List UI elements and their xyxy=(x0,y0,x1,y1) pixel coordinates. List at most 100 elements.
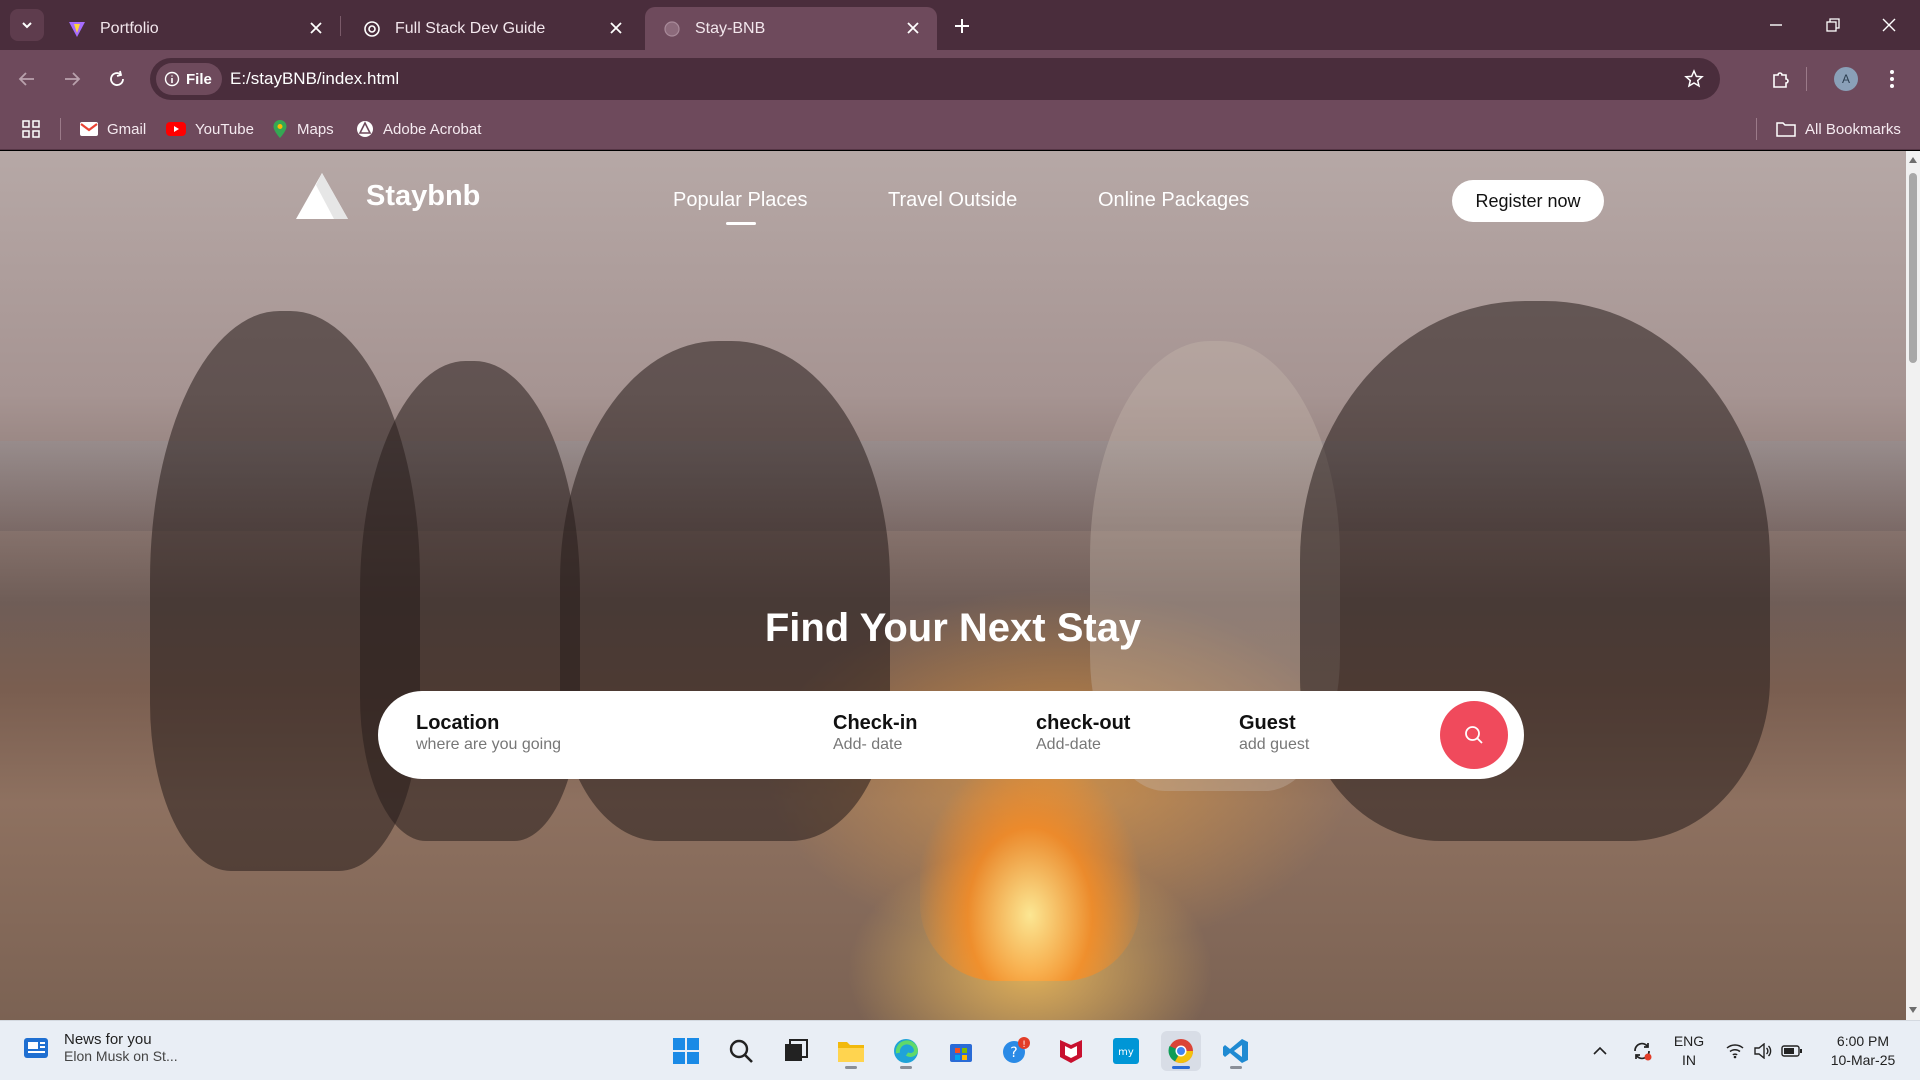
chrome-button[interactable] xyxy=(1161,1031,1201,1071)
bookmark-label: Adobe Acrobat xyxy=(383,120,482,138)
news-title: News for you xyxy=(64,1031,152,1048)
close-icon xyxy=(1882,18,1896,32)
youtube-icon xyxy=(166,122,186,136)
all-bookmarks-button[interactable]: All Bookmarks xyxy=(1776,116,1901,142)
close-tab-icon[interactable] xyxy=(606,18,626,38)
region-code: IN xyxy=(1682,1052,1696,1068)
edge-icon xyxy=(894,1039,919,1063)
apps-grid-icon xyxy=(22,120,40,138)
field-label: Location xyxy=(416,712,500,734)
scroll-up-arrow-icon[interactable] xyxy=(1909,157,1917,163)
tab-portfolio[interactable]: Portfolio xyxy=(50,7,340,50)
new-tab-button[interactable] xyxy=(948,12,976,40)
close-tab-icon[interactable] xyxy=(903,18,923,38)
clock-date: 10-Mar-25 xyxy=(1830,1052,1896,1068)
tab-search-button[interactable] xyxy=(10,9,44,41)
nav-online-packages[interactable]: Online Packages xyxy=(1098,189,1249,212)
reload-button[interactable] xyxy=(101,63,133,95)
battery-button[interactable] xyxy=(1778,1021,1806,1080)
chevron-down-icon xyxy=(22,22,32,29)
field-label: check-out xyxy=(1036,712,1131,734)
plus-icon xyxy=(955,19,969,33)
tab-title: Portfolio xyxy=(100,19,159,37)
nav-popular-places[interactable]: Popular Places xyxy=(673,189,808,212)
bookmark-youtube[interactable]: YouTube xyxy=(166,116,254,142)
minimize-button[interactable] xyxy=(1762,12,1790,38)
search-icon xyxy=(729,1039,753,1063)
task-view-button[interactable] xyxy=(776,1031,816,1071)
show-hidden-icons-button[interactable] xyxy=(1586,1021,1614,1080)
search-button[interactable] xyxy=(1440,701,1508,769)
tab-full-stack-dev-guide[interactable]: Full Stack Dev Guide xyxy=(345,7,640,50)
volume-button[interactable] xyxy=(1750,1021,1776,1080)
get-help-button[interactable]: ?! xyxy=(996,1031,1036,1071)
openai-logo-icon xyxy=(363,20,381,38)
scroll-down-arrow-icon[interactable] xyxy=(1909,1007,1917,1013)
mcafee-button[interactable] xyxy=(1051,1031,1091,1071)
speaker-icon xyxy=(1754,1043,1772,1059)
start-button[interactable] xyxy=(666,1031,706,1071)
language-indicator[interactable]: ENG IN xyxy=(1664,1021,1714,1080)
nav-travel-outside[interactable]: Travel Outside xyxy=(888,189,1017,212)
bookmark-label: Maps xyxy=(297,120,334,138)
star-icon xyxy=(1684,69,1704,88)
url-text[interactable]: E:/stayBNB/index.html xyxy=(230,69,399,89)
bookmark-maps[interactable]: Maps xyxy=(272,116,334,142)
register-now-button[interactable]: Register now xyxy=(1452,180,1604,222)
file-explorer-icon xyxy=(838,1042,864,1062)
mcafee-icon xyxy=(1060,1040,1082,1063)
scroll-thumb[interactable] xyxy=(1909,173,1917,363)
address-bar[interactable]: File E:/stayBNB/index.html xyxy=(150,58,1720,100)
tab-separator xyxy=(340,16,341,36)
close-window-button[interactable] xyxy=(1875,12,1903,38)
bookmark-label: YouTube xyxy=(195,120,254,138)
myhp-button[interactable]: my xyxy=(1106,1031,1146,1071)
check-out-field[interactable]: check-out Add-date xyxy=(1036,711,1130,755)
search-bar: Location where are you going Check-in Ad… xyxy=(378,691,1524,779)
folder-icon xyxy=(1776,122,1796,137)
news-subtitle: Elon Musk on St... xyxy=(64,1048,178,1064)
clock[interactable]: 6:00 PM 10-Mar-25 xyxy=(1816,1021,1910,1080)
task-view-icon xyxy=(785,1039,808,1061)
toolbar-separator xyxy=(1806,67,1807,91)
tab-stay-bnb[interactable]: Stay-BNB xyxy=(645,7,937,50)
guest-field[interactable]: Guest add guest xyxy=(1239,711,1309,755)
news-widget[interactable]: News for you Elon Musk on St... xyxy=(22,1031,178,1064)
hero-section: Staybnb Popular Places Travel Outside On… xyxy=(0,151,1906,1020)
vscode-button[interactable] xyxy=(1216,1031,1256,1071)
battery-icon xyxy=(1781,1045,1802,1057)
svg-text:my: my xyxy=(1118,1047,1134,1058)
taskbar-search-button[interactable] xyxy=(721,1031,761,1071)
triangle-logo-icon xyxy=(296,173,348,219)
vscode-icon xyxy=(1223,1039,1248,1063)
bookmark-gmail[interactable]: Gmail xyxy=(80,116,146,142)
file-explorer-button[interactable] xyxy=(831,1031,871,1071)
sync-status-button[interactable] xyxy=(1626,1021,1658,1080)
minimize-icon xyxy=(1770,24,1782,26)
menu-button[interactable] xyxy=(1876,63,1908,95)
language-code: ENG xyxy=(1673,1033,1705,1049)
bookmark-adobe-acrobat[interactable]: Adobe Acrobat xyxy=(356,116,481,142)
apps-button[interactable] xyxy=(22,116,40,142)
back-button[interactable] xyxy=(11,63,43,95)
site-info-chip[interactable]: File xyxy=(156,63,222,95)
svg-text:!: ! xyxy=(1022,1040,1026,1050)
close-tab-icon[interactable] xyxy=(306,18,326,38)
myhp-icon: my xyxy=(1113,1038,1139,1064)
bookmark-star-button[interactable] xyxy=(1682,67,1706,91)
wifi-button[interactable] xyxy=(1722,1021,1748,1080)
avatar: A xyxy=(1834,67,1858,91)
check-in-field[interactable]: Check-in Add- date xyxy=(833,711,917,755)
edge-button[interactable] xyxy=(886,1031,926,1071)
location-field[interactable]: Location where are you going xyxy=(416,711,561,755)
site-logo[interactable]: Staybnb xyxy=(296,173,480,219)
restore-button[interactable] xyxy=(1819,12,1847,38)
page-scrollbar[interactable] xyxy=(1906,151,1920,1020)
extensions-button[interactable] xyxy=(1765,63,1797,95)
profile-button[interactable]: A xyxy=(1830,63,1862,95)
puzzle-icon xyxy=(1773,72,1789,88)
store-button[interactable] xyxy=(941,1031,981,1071)
forward-button[interactable] xyxy=(56,63,88,95)
site-header: Staybnb Popular Places Travel Outside On… xyxy=(0,151,1906,251)
field-placeholder: Add- date xyxy=(833,736,903,753)
